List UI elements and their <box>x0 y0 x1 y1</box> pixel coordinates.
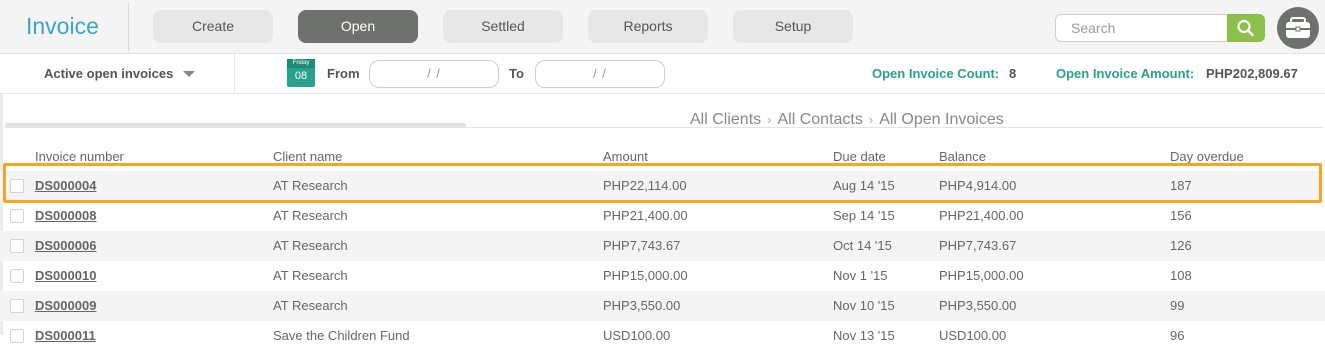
balance: PHP4,914.00 <box>939 178 1017 193</box>
invoice-number-link[interactable]: DS000004 <box>35 178 96 193</box>
breadcrumb-all-open-invoices[interactable]: All Open Invoices <box>879 111 1004 128</box>
table-row[interactable]: DS000011 Save the Children Fund USD100.0… <box>0 321 1325 351</box>
open-invoice-count-label: Open Invoice Count: <box>872 66 1000 81</box>
profile-button[interactable] <box>1277 7 1319 49</box>
open-invoice-amount-value: PHP202,809.67 <box>1206 66 1298 81</box>
due-date: Nov 10 '15 <box>833 298 895 313</box>
to-label: To <box>509 66 524 81</box>
day-overdue: 108 <box>1170 268 1192 283</box>
day-overdue: 187 <box>1170 178 1192 193</box>
breadcrumb: All Clients › All Contacts › All Open Invoic… <box>690 111 1004 129</box>
row-checkbox[interactable] <box>10 329 24 343</box>
calendar-day: 08 <box>294 70 308 82</box>
column-header-day-overdue[interactable]: Day overdue <box>1170 149 1244 164</box>
row-checkbox[interactable] <box>10 179 24 193</box>
day-overdue: 156 <box>1170 208 1192 223</box>
client-name: AT Research <box>273 208 348 223</box>
nav-open-button[interactable]: Open <box>298 10 418 43</box>
nav-settled-button[interactable]: Settled <box>443 10 563 43</box>
invoice-number-link[interactable]: DS000010 <box>35 268 96 283</box>
view-filter-dropdown[interactable]: Active open invoices <box>44 66 173 81</box>
calendar-icon[interactable]: Friday 08 <box>287 59 315 87</box>
app-title: Invoice <box>26 13 99 39</box>
client-name: AT Research <box>273 178 348 193</box>
top-bar: Invoice Create Open Settled Reports Setu… <box>0 0 1325 54</box>
column-header-balance[interactable]: Balance <box>939 149 986 164</box>
balance: PHP15,000.00 <box>939 268 1024 283</box>
amount: PHP22,114.00 <box>603 178 687 193</box>
column-header-invoice-number[interactable]: Invoice number <box>35 149 124 164</box>
column-header-due-date[interactable]: Due date <box>833 149 886 164</box>
row-checkbox[interactable] <box>10 209 24 223</box>
nav-reports-button[interactable]: Reports <box>588 10 708 43</box>
from-date-input[interactable]: / / <box>369 60 499 88</box>
chevron-right-icon: › <box>868 112 874 127</box>
table-row[interactable]: DS000004 AT Research PHP22,114.00 Aug 14… <box>0 171 1325 201</box>
invoice-number-link[interactable]: DS000011 <box>35 328 96 343</box>
client-name: AT Research <box>273 238 348 253</box>
amount: USD100.00 <box>603 328 671 343</box>
amount: PHP7,743.67 <box>603 238 681 253</box>
divider <box>234 54 235 94</box>
balance: PHP3,550.00 <box>939 298 1017 313</box>
filter-bar: Active open invoices Friday 08 From / / … <box>0 54 1325 94</box>
nav-create-button[interactable]: Create <box>153 10 273 43</box>
row-checkbox[interactable] <box>10 239 24 253</box>
search-button[interactable] <box>1227 14 1265 42</box>
nav-setup-button[interactable]: Setup <box>733 10 853 43</box>
invoice-number-link[interactable]: DS000008 <box>35 208 96 223</box>
client-name: AT Research <box>273 268 348 283</box>
due-date: Nov 1 '15 <box>833 268 888 283</box>
column-header-amount[interactable]: Amount <box>603 149 648 164</box>
table-row[interactable]: DS000010 AT Research PHP15,000.00 Nov 1 … <box>0 261 1325 291</box>
due-date: Sep 14 '15 <box>833 208 895 223</box>
table-row[interactable]: DS000009 AT Research PHP3,550.00 Nov 10 … <box>0 291 1325 321</box>
due-date: Oct 14 '15 <box>833 238 892 253</box>
invoice-number-link[interactable]: DS000009 <box>35 298 96 313</box>
search-icon <box>1237 19 1254 37</box>
briefcase-icon <box>1286 17 1310 38</box>
client-name: Save the Children Fund <box>273 328 410 343</box>
day-overdue: 126 <box>1170 238 1192 253</box>
to-date-input[interactable]: / / <box>535 60 665 88</box>
table-row[interactable]: DS000008 AT Research PHP21,400.00 Sep 14… <box>0 201 1325 231</box>
chevron-right-icon: › <box>767 112 772 127</box>
column-header-client-name[interactable]: Client name <box>273 149 342 164</box>
due-date: Aug 14 '15 <box>833 178 895 193</box>
row-checkbox[interactable] <box>10 299 24 313</box>
amount: PHP15,000.00 <box>603 268 688 283</box>
breadcrumb-all-contacts[interactable]: All Contacts <box>777 111 862 128</box>
chevron-down-icon[interactable] <box>183 71 195 77</box>
balance: USD100.00 <box>939 328 1007 343</box>
row-checkbox[interactable] <box>10 269 24 283</box>
amount: PHP21,400.00 <box>603 208 688 223</box>
invoice-number-link[interactable]: DS000006 <box>35 238 96 253</box>
amount: PHP3,550.00 <box>603 298 681 313</box>
due-date: Nov 13 '15 <box>833 328 895 343</box>
client-name: AT Research <box>273 298 348 313</box>
balance: PHP21,400.00 <box>939 208 1024 223</box>
day-overdue: 96 <box>1170 328 1185 343</box>
from-label: From <box>327 66 360 81</box>
open-invoice-amount-label: Open Invoice Amount: <box>1056 66 1195 81</box>
calendar-weekday: Friday <box>287 59 315 68</box>
breadcrumb-all-clients[interactable]: All Clients <box>690 111 761 128</box>
open-invoice-count-value: 8 <box>1009 66 1017 81</box>
balance: PHP7,743.67 <box>939 238 1017 253</box>
divider <box>5 127 1323 128</box>
divider <box>128 3 129 51</box>
table-row[interactable]: DS000006 AT Research PHP7,743.67 Oct 14 … <box>0 231 1325 261</box>
search-input[interactable]: Search <box>1055 14 1227 42</box>
day-overdue: 99 <box>1170 298 1185 313</box>
